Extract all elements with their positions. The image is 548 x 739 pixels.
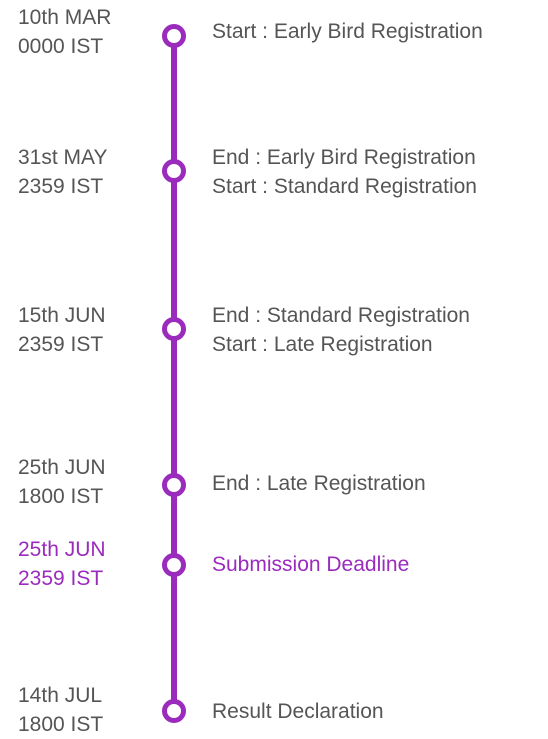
event-description-line: End : Standard Registration <box>212 304 470 327</box>
event-date: 25th JUN <box>18 456 106 479</box>
event-description: End : Early Bird Registration Start : St… <box>212 143 548 201</box>
event-description-line: Submission Deadline <box>212 553 410 576</box>
event-time: 2359 IST <box>18 175 104 198</box>
event-datetime: 25th JUN 1800 IST <box>18 453 148 511</box>
event-description: Start : Early Bird Registration <box>212 17 548 46</box>
event-description-line: End : Early Bird Registration <box>212 146 476 169</box>
timeline-node-icon <box>162 473 186 497</box>
event-datetime: 15th JUN 2359 IST <box>18 301 148 359</box>
event-description-line: Start : Late Registration <box>212 333 433 356</box>
timeline-node-icon <box>162 553 186 577</box>
event-description-line: End : Late Registration <box>212 472 426 495</box>
event-description: Result Declaration <box>212 697 548 726</box>
event-datetime: 31st MAY 2359 IST <box>18 143 148 201</box>
event-time: 0000 IST <box>18 35 104 58</box>
timeline-node-icon <box>162 699 186 723</box>
timeline-node-icon <box>162 317 186 341</box>
timeline-line <box>171 30 177 710</box>
event-description: End : Standard Registration Start : Late… <box>212 301 548 359</box>
event-description-line: Start : Standard Registration <box>212 175 477 198</box>
timeline-node-icon <box>162 24 186 48</box>
event-date: 15th JUN <box>18 304 106 327</box>
event-time: 2359 IST <box>18 333 104 356</box>
event-description: Submission Deadline <box>212 550 548 579</box>
event-time: 2359 IST <box>18 567 104 590</box>
event-time: 1800 IST <box>18 713 104 736</box>
event-datetime: 25th JUN 2359 IST <box>18 535 148 593</box>
event-timeline: 10th MAR 0000 IST Start : Early Bird Reg… <box>0 0 548 738</box>
event-description-line: Result Declaration <box>212 700 384 723</box>
event-description: End : Late Registration <box>212 469 548 498</box>
event-date: 25th JUN <box>18 538 106 561</box>
timeline-node-icon <box>162 159 186 183</box>
event-datetime: 10th MAR 0000 IST <box>18 3 148 61</box>
event-datetime: 14th JUL 1800 IST <box>18 681 148 739</box>
event-date: 10th MAR <box>18 6 112 29</box>
event-description-line: Start : Early Bird Registration <box>212 20 483 43</box>
event-date: 14th JUL <box>18 684 103 707</box>
event-date: 31st MAY <box>18 146 108 169</box>
event-time: 1800 IST <box>18 485 104 508</box>
